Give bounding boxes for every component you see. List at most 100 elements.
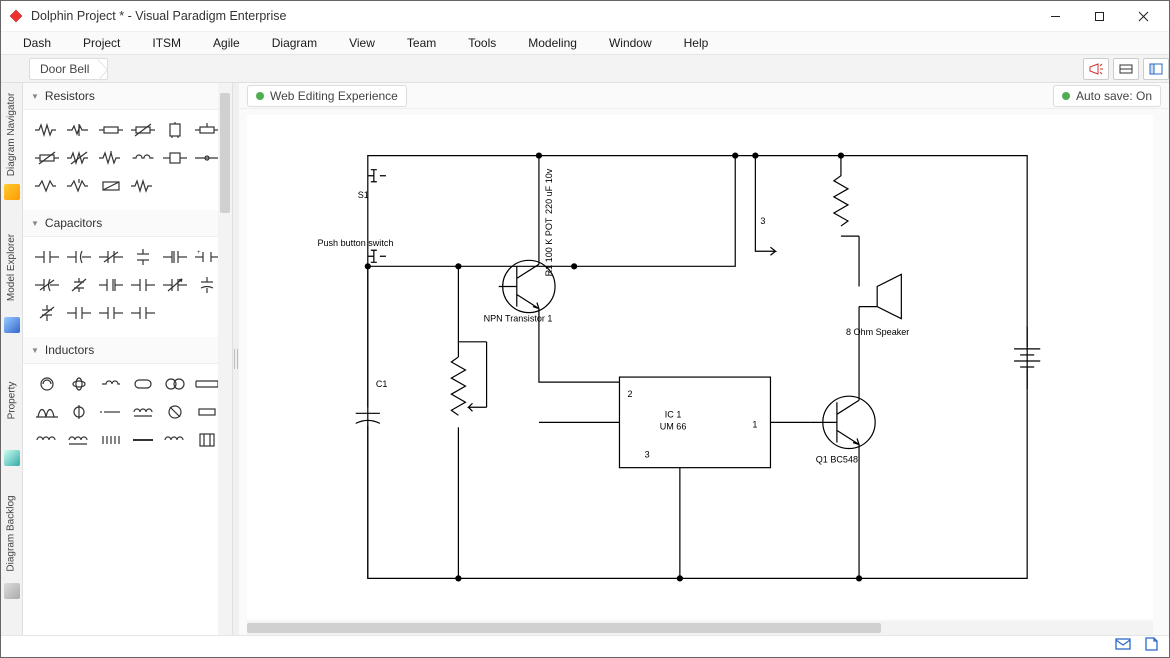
app-logo-icon xyxy=(9,9,23,23)
palette-inductor-item[interactable] xyxy=(32,373,62,395)
palette-inductor-item[interactable] xyxy=(64,429,94,451)
palette-capacitor-item[interactable] xyxy=(96,274,126,296)
palette-resistor-item[interactable] xyxy=(96,175,126,197)
canvas-area: Web Editing Experience Auto save: On xyxy=(239,83,1169,635)
menu-team[interactable]: Team xyxy=(391,33,452,53)
palette-resistor-item[interactable] xyxy=(32,175,62,197)
mail-icon[interactable] xyxy=(1115,637,1131,656)
vertical-tabs: Diagram Navigator Model Explorer Propert… xyxy=(1,83,23,635)
palette-resistor-item[interactable] xyxy=(96,119,126,141)
label-npn: NPN Transistor 1 xyxy=(484,314,553,324)
palette-inductor-item[interactable] xyxy=(64,373,94,395)
palette-resistor-item[interactable] xyxy=(64,175,94,197)
label-speaker: 8 Ohm Speaker xyxy=(846,327,909,337)
palette-inductor-item[interactable] xyxy=(128,373,158,395)
vtab-model-explorer[interactable]: Model Explorer xyxy=(6,234,17,301)
palette-group-resistors[interactable]: Resistors xyxy=(23,83,232,110)
palette-resistor-item[interactable] xyxy=(32,119,62,141)
palette-inductor-item[interactable] xyxy=(64,401,94,423)
menu-window[interactable]: Window xyxy=(593,33,668,53)
note-icon[interactable] xyxy=(1143,637,1159,656)
menu-bar: Dash Project ITSM Agile Diagram View Tea… xyxy=(1,31,1169,55)
palette-grid-capacitors: + xyxy=(23,237,232,337)
diagram-canvas[interactable]: S1 Push button switch NPN Transistor 1 C… xyxy=(247,115,1153,619)
palette-capacitor-item[interactable] xyxy=(96,302,126,324)
palette-inductor-item[interactable] xyxy=(96,373,126,395)
palette-capacitor-item[interactable] xyxy=(96,246,126,268)
canvas-scrollbar-horizontal[interactable] xyxy=(247,621,1153,635)
autosave-pill[interactable]: Auto save: On xyxy=(1053,85,1161,107)
toolbar-fit-button[interactable] xyxy=(1113,58,1139,80)
palette-inductor-item[interactable] xyxy=(32,429,62,451)
palette-resistor-item[interactable] xyxy=(128,119,158,141)
window-close-button[interactable] xyxy=(1121,1,1165,31)
palette-capacitor-item[interactable] xyxy=(160,274,190,296)
breadcrumb[interactable]: Door Bell xyxy=(29,58,108,80)
palette-resistor-item[interactable] xyxy=(32,147,62,169)
palette-inductor-item[interactable] xyxy=(128,401,158,423)
canvas-scrollbar-thumb[interactable] xyxy=(247,623,881,633)
window-maximize-button[interactable] xyxy=(1077,1,1121,31)
palette-inductor-item[interactable] xyxy=(160,401,190,423)
palette-resistor-item[interactable] xyxy=(160,119,190,141)
status-bar xyxy=(1,635,1169,657)
palette-inductor-item[interactable] xyxy=(160,373,190,395)
menu-view[interactable]: View xyxy=(333,33,391,53)
app-window: Dolphin Project * - Visual Paradigm Ente… xyxy=(0,0,1170,658)
label-ic-sub: UM 66 xyxy=(660,421,687,431)
menu-project[interactable]: Project xyxy=(67,33,136,53)
palette-capacitor-item[interactable] xyxy=(64,302,94,324)
palette-resistor-item[interactable] xyxy=(128,175,158,197)
menu-help[interactable]: Help xyxy=(668,33,725,53)
svg-text:+: + xyxy=(197,250,201,256)
menu-agile[interactable]: Agile xyxy=(197,33,256,53)
label-pin3-top: 3 xyxy=(760,216,765,226)
palette-resistor-item[interactable] xyxy=(64,147,94,169)
palette-capacitor-item[interactable] xyxy=(128,302,158,324)
vtab-diagram-backlog[interactable]: Diagram Backlog xyxy=(6,495,17,571)
palette-scrollbar[interactable] xyxy=(218,83,232,635)
palette-inductor-item[interactable] xyxy=(160,429,190,451)
web-editing-label: Web Editing Experience xyxy=(270,89,398,103)
menu-dash[interactable]: Dash xyxy=(7,33,67,53)
palette-capacitor-item[interactable] xyxy=(32,302,62,324)
palette-capacitor-item[interactable] xyxy=(128,274,158,296)
palette-grid-resistors xyxy=(23,110,232,210)
palette-inductor-item[interactable] xyxy=(96,429,126,451)
toolbar-announce-button[interactable] xyxy=(1083,58,1109,80)
palette-capacitor-item[interactable] xyxy=(32,246,62,268)
palette-group-inductors[interactable]: Inductors xyxy=(23,337,232,364)
diagram-navigator-icon xyxy=(4,184,20,200)
label-ic-pin-3: 3 xyxy=(645,450,650,460)
canvas-status-bar: Web Editing Experience Auto save: On xyxy=(239,83,1169,109)
palette-inductor-item[interactable] xyxy=(96,401,126,423)
palette-capacitor-item[interactable] xyxy=(64,246,94,268)
menu-tools[interactable]: Tools xyxy=(452,33,512,53)
palette-scrollbar-thumb[interactable] xyxy=(220,93,230,213)
web-editing-pill[interactable]: Web Editing Experience xyxy=(247,85,407,107)
status-dot-icon xyxy=(1062,92,1070,100)
menu-modeling[interactable]: Modeling xyxy=(512,33,593,53)
palette-capacitor-item[interactable] xyxy=(64,274,94,296)
vtab-diagram-navigator[interactable]: Diagram Navigator xyxy=(6,93,17,176)
palette-grid-inductors xyxy=(23,364,232,464)
palette-resistor-item[interactable] xyxy=(160,147,190,169)
menu-itsm[interactable]: ITSM xyxy=(136,33,197,53)
palette-resistor-item[interactable] xyxy=(96,147,126,169)
palette-inductor-item[interactable] xyxy=(32,401,62,423)
palette-inductor-item[interactable] xyxy=(128,429,158,451)
palette-capacitor-item[interactable] xyxy=(32,274,62,296)
label-c1-value: 220 uF 10v xyxy=(544,168,554,214)
label-ic-pin-2: 2 xyxy=(628,389,633,399)
breadcrumb-label: Door Bell xyxy=(40,62,89,76)
palette-capacitor-item[interactable] xyxy=(160,246,190,268)
palette-resistor-item[interactable] xyxy=(64,119,94,141)
label-ic: IC 1 xyxy=(665,409,682,419)
window-minimize-button[interactable] xyxy=(1033,1,1077,31)
vtab-property[interactable]: Property xyxy=(6,382,17,420)
toolbar-panel-button[interactable] xyxy=(1143,58,1169,80)
palette-resistor-item[interactable] xyxy=(128,147,158,169)
palette-group-capacitors[interactable]: Capacitors xyxy=(23,210,232,237)
menu-diagram[interactable]: Diagram xyxy=(256,33,333,53)
palette-capacitor-item[interactable] xyxy=(128,246,158,268)
